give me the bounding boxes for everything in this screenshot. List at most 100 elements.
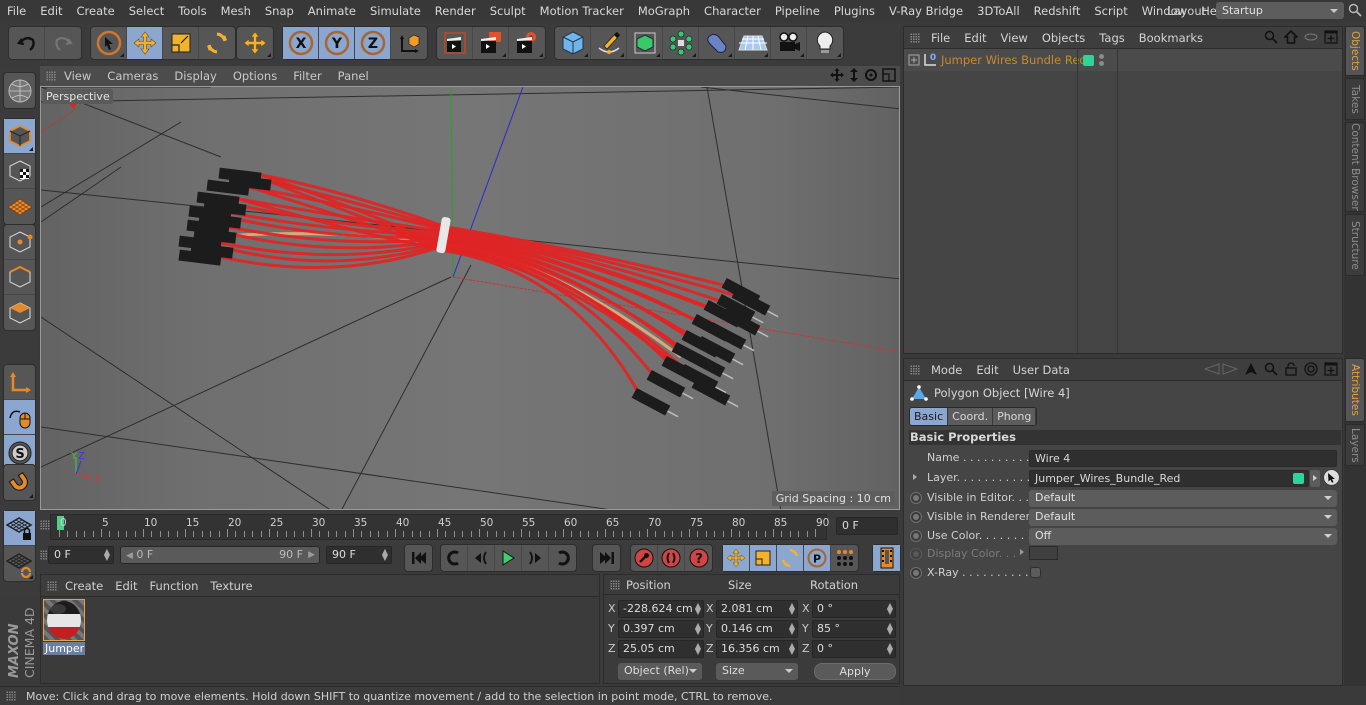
up-arrow-icon[interactable] bbox=[1244, 362, 1258, 376]
visible-in-editor-dropdown[interactable]: Default bbox=[1029, 490, 1337, 507]
range-left-arrow-icon[interactable]: ◀ bbox=[126, 551, 133, 561]
tab-phong[interactable]: Phong bbox=[993, 408, 1037, 425]
menu-item-plugins[interactable]: Plugins bbox=[827, 4, 882, 18]
menu-item-file[interactable]: File bbox=[0, 4, 33, 18]
stepper-icon[interactable]: ▲ ▼ bbox=[382, 548, 388, 562]
start-frame-field[interactable]: 0 F ▲ ▼ bbox=[48, 546, 114, 564]
menu-item-texture[interactable]: Texture bbox=[204, 579, 258, 593]
menu-item-tags[interactable]: Tags bbox=[1092, 31, 1131, 45]
search-icon[interactable] bbox=[1348, 3, 1362, 17]
menu-item-create[interactable]: Create bbox=[70, 4, 122, 18]
workplane-mode-button[interactable] bbox=[4, 189, 35, 224]
coordinate-system-button[interactable] bbox=[391, 27, 427, 59]
y-axis-button[interactable]: Y bbox=[319, 27, 355, 59]
workplane-align-button[interactable] bbox=[4, 546, 35, 581]
stepper-icon[interactable]: ▲ ▼ bbox=[887, 622, 893, 636]
tab-takes[interactable]: Takes bbox=[1345, 78, 1365, 120]
position-z-field[interactable]: 25.05 cm ▲ ▼ bbox=[618, 640, 704, 658]
zoom-view-icon[interactable] bbox=[848, 68, 860, 82]
use-color-dropdown[interactable]: Off bbox=[1029, 528, 1337, 545]
menu-item-objects[interactable]: Objects bbox=[1035, 31, 1092, 45]
menu-item-3dtoall[interactable]: 3DToAll bbox=[970, 4, 1027, 18]
size-x-field[interactable]: 2.081 cm ▲ ▼ bbox=[716, 600, 798, 618]
menu-item-pipeline[interactable]: Pipeline bbox=[768, 4, 827, 18]
menu-item-motion-tracker[interactable]: Motion Tracker bbox=[533, 4, 631, 18]
autokey-button[interactable] bbox=[658, 545, 685, 571]
panel-grip-icon[interactable] bbox=[610, 579, 620, 590]
play-button[interactable] bbox=[495, 545, 522, 571]
floor-button[interactable] bbox=[735, 27, 771, 59]
menu-item-file[interactable]: File bbox=[924, 31, 957, 45]
tab-objects[interactable]: Objects bbox=[1345, 26, 1365, 76]
stepper-icon[interactable]: ▲ ▼ bbox=[789, 602, 795, 616]
stepper-icon[interactable]: ▲ ▼ bbox=[695, 622, 701, 636]
menu-item-snap[interactable]: Snap bbox=[258, 4, 301, 18]
go-to-end-button[interactable] bbox=[593, 545, 620, 571]
name-input[interactable]: Wire 4 bbox=[1029, 450, 1337, 467]
tab-attributes[interactable]: Attributes bbox=[1345, 358, 1365, 422]
object-row[interactable]: 0 Jumper Wires Bundle Red bbox=[904, 49, 1342, 71]
tab-content-browser[interactable]: Content Browser bbox=[1345, 122, 1365, 212]
pan-icon[interactable] bbox=[830, 68, 844, 82]
layer-field[interactable]: Jumper_Wires_Bundle_Red bbox=[1029, 470, 1309, 487]
z-axis-button[interactable]: Z bbox=[355, 27, 391, 59]
lock-icon[interactable] bbox=[1284, 362, 1298, 376]
material-swatch[interactable]: Jumper bbox=[43, 599, 87, 657]
stepper-icon[interactable]: ▲ ▼ bbox=[104, 548, 110, 562]
pla-key-button[interactable] bbox=[831, 545, 858, 571]
live-selection-button[interactable] bbox=[91, 27, 127, 59]
timeline-window-button[interactable] bbox=[873, 545, 900, 571]
render-settings-button[interactable] bbox=[509, 27, 545, 59]
keyframe-selection-button[interactable]: ? bbox=[685, 545, 712, 571]
menu-item-mode[interactable]: Mode bbox=[924, 363, 969, 377]
range-right-arrow-icon[interactable]: ▶ bbox=[308, 547, 315, 563]
lock-workplane-button[interactable] bbox=[4, 511, 35, 546]
new-panel-icon[interactable] bbox=[1324, 362, 1338, 376]
search-icon[interactable] bbox=[1264, 30, 1278, 44]
panel-grip-icon[interactable] bbox=[910, 32, 920, 43]
menu-item-simulate[interactable]: Simulate bbox=[363, 4, 428, 18]
menu-item-tools[interactable]: Tools bbox=[171, 4, 213, 18]
material-name[interactable]: Jumper bbox=[43, 642, 85, 655]
coordinate-mode-dropdown[interactable]: Object (Rel) bbox=[618, 663, 702, 680]
stepper-icon[interactable]: ▲ ▼ bbox=[887, 642, 893, 656]
position-y-field[interactable]: 0.397 cm ▲ ▼ bbox=[618, 620, 704, 638]
visible-in-renderer-dropdown[interactable]: Default bbox=[1029, 509, 1337, 526]
eye-icon[interactable] bbox=[1304, 30, 1318, 44]
menu-item-mograph[interactable]: MoGraph bbox=[631, 4, 697, 18]
prev-key-button[interactable] bbox=[441, 545, 468, 571]
tab-structure[interactable]: Structure bbox=[1345, 214, 1365, 276]
maximize-view-icon[interactable] bbox=[882, 68, 896, 82]
size-y-field[interactable]: 0.146 cm ▲ ▼ bbox=[716, 620, 798, 638]
menu-item-options[interactable]: Options bbox=[225, 69, 285, 83]
orbit-icon[interactable] bbox=[864, 68, 878, 82]
rotation-x-field[interactable]: 0 ° ▲ ▼ bbox=[812, 600, 896, 618]
menu-item-create[interactable]: Create bbox=[59, 579, 109, 593]
position-x-field[interactable]: -228.624 cm ▲ ▼ bbox=[618, 600, 704, 618]
menu-item-cameras[interactable]: Cameras bbox=[99, 69, 166, 83]
end-frame-field[interactable]: 90 F ▲ ▼ bbox=[326, 546, 392, 564]
stepper-icon[interactable]: ▲ ▼ bbox=[789, 622, 795, 636]
search-icon[interactable] bbox=[1264, 362, 1278, 376]
camera-label[interactable]: Perspective bbox=[43, 89, 113, 104]
animation-radio[interactable] bbox=[910, 567, 922, 579]
stepper-icon[interactable]: ▲ ▼ bbox=[695, 602, 701, 616]
material-preview[interactable] bbox=[43, 599, 85, 641]
layer-menu-button[interactable] bbox=[1310, 470, 1320, 487]
object-name[interactable]: Jumper Wires Bundle Red bbox=[941, 53, 1087, 67]
tab-coord[interactable]: Coord. bbox=[948, 408, 994, 425]
axis-mode-button[interactable] bbox=[4, 365, 35, 400]
menu-item-display[interactable]: Display bbox=[166, 69, 224, 83]
column-divider[interactable] bbox=[1117, 49, 1118, 353]
menu-item-panel[interactable]: Panel bbox=[330, 69, 377, 83]
apply-button[interactable]: Apply bbox=[814, 663, 896, 680]
cloner-button[interactable] bbox=[663, 27, 699, 59]
camera-button[interactable] bbox=[771, 27, 807, 59]
render-visibility-dot[interactable] bbox=[1099, 61, 1104, 66]
display-color-swatch[interactable] bbox=[1029, 546, 1058, 560]
menu-item-redshift[interactable]: Redshift bbox=[1027, 4, 1088, 18]
scale-key-button[interactable] bbox=[750, 545, 777, 571]
menu-item-edit[interactable]: Edit bbox=[33, 4, 69, 18]
polygons-mode-button[interactable] bbox=[4, 295, 35, 330]
next-frame-button[interactable] bbox=[522, 545, 549, 571]
